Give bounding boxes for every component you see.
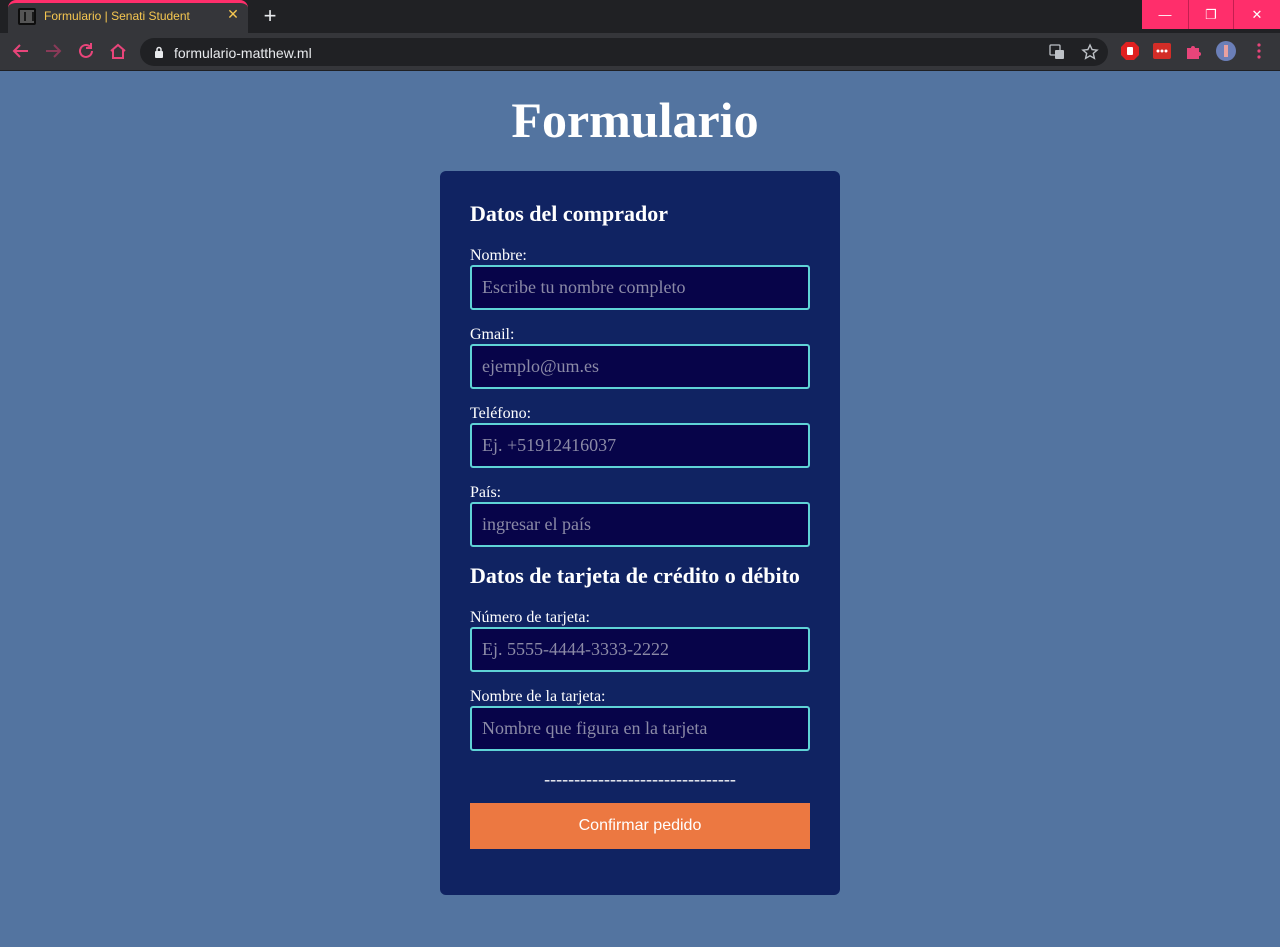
- bookmark-star-icon[interactable]: [1081, 43, 1099, 61]
- new-tab-button[interactable]: +: [258, 5, 282, 29]
- nombre-label: Nombre:: [470, 247, 527, 264]
- lastpass-extension-icon[interactable]: [1151, 40, 1173, 62]
- adblock-extension-icon[interactable]: [1119, 40, 1141, 62]
- gmail-label: Gmail:: [470, 326, 515, 343]
- lock-icon: [155, 46, 163, 58]
- nombre-tarjeta-label: Nombre de la tarjeta:: [470, 688, 606, 705]
- nombre-tarjeta-input[interactable]: [470, 706, 810, 751]
- forward-arrow-icon[interactable]: [42, 40, 64, 62]
- browser-toolbar: formulario-matthew.ml: [0, 33, 1280, 71]
- restore-button[interactable]: ❐: [1188, 0, 1234, 29]
- numero-tarjeta-input[interactable]: [470, 627, 810, 672]
- browser-tab[interactable]: Formulario | Senati Student ✕: [8, 0, 248, 33]
- browser-tab-bar: Formulario | Senati Student ✕ + — ❐ ✕: [0, 0, 1280, 33]
- site-favicon-icon: [18, 8, 36, 25]
- nombre-input[interactable]: [470, 265, 810, 310]
- close-icon: ✕: [1251, 7, 1263, 22]
- numero-tarjeta-label: Número de tarjeta:: [470, 609, 590, 626]
- reload-icon[interactable]: [75, 40, 97, 62]
- translate-icon[interactable]: [1048, 43, 1066, 61]
- pais-label: País:: [470, 484, 502, 501]
- gmail-input[interactable]: [470, 344, 810, 389]
- telefono-label: Teléfono:: [470, 405, 532, 422]
- buyer-section-title: Datos del comprador: [470, 201, 668, 226]
- restore-icon: ❐: [1205, 7, 1217, 22]
- pais-input[interactable]: [470, 502, 810, 547]
- extensions-puzzle-icon[interactable]: [1183, 40, 1205, 62]
- home-icon[interactable]: [107, 40, 129, 62]
- minimize-button[interactable]: —: [1142, 0, 1188, 29]
- back-arrow-icon[interactable]: [10, 40, 32, 62]
- card-section-title: Datos de tarjeta de crédito o débito: [470, 563, 800, 588]
- confirm-order-button[interactable]: Confirmar pedido: [470, 803, 810, 849]
- telefono-input[interactable]: [470, 423, 810, 468]
- close-window-button[interactable]: ✕: [1234, 0, 1280, 29]
- menu-kebab-icon[interactable]: [1248, 40, 1270, 62]
- divider-line: --------------------------------: [544, 769, 736, 789]
- page-title: Formulario: [511, 92, 759, 148]
- order-form: Datos del comprador Nombre: Gmail: Teléf…: [440, 171, 840, 895]
- minimize-icon: —: [1158, 7, 1172, 22]
- address-bar[interactable]: formulario-matthew.ml: [140, 38, 1108, 66]
- tab-close-icon[interactable]: ✕: [225, 6, 241, 22]
- profile-avatar-icon[interactable]: [1215, 40, 1237, 62]
- tab-title: Formulario | Senati Student: [44, 9, 190, 23]
- url-text: formulario-matthew.ml: [174, 45, 312, 61]
